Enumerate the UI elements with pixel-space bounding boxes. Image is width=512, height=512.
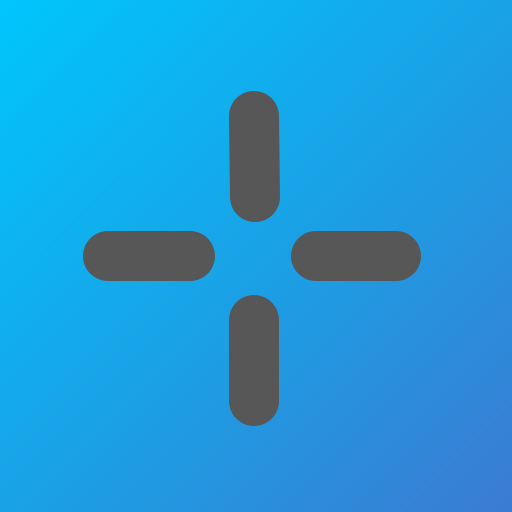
crosshair-icon-svg (83, 91, 421, 426)
app-icon-canvas (0, 0, 512, 512)
crosshair-icon (0, 0, 512, 512)
crosshair-top-bar (229, 91, 280, 222)
